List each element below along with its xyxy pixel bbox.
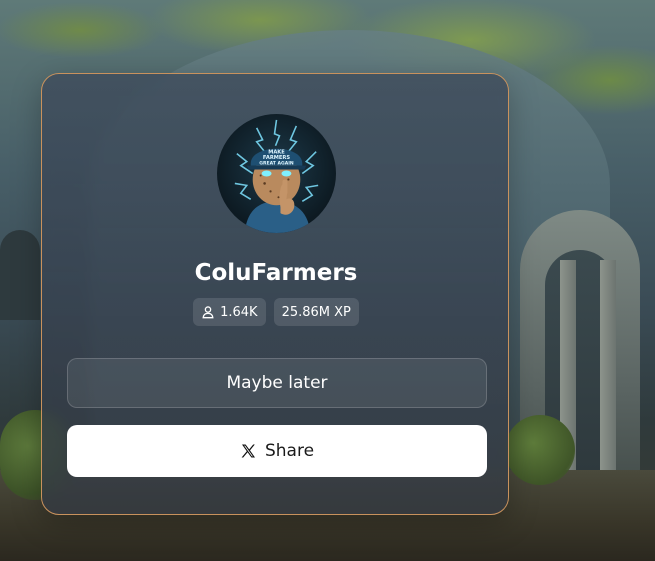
maybe-later-label: Maybe later xyxy=(226,373,328,393)
share-label: Share xyxy=(264,441,315,461)
avatar: MAKE FARMERS GREAT AGAIN xyxy=(217,114,336,233)
username: ColuFarmers xyxy=(194,260,358,286)
background-bush xyxy=(505,415,575,485)
user-icon xyxy=(201,305,215,319)
share-profile-modal: MAKE FARMERS GREAT AGAIN ColuFarmers 1.6… xyxy=(41,73,509,515)
xp-value: 25.86M XP xyxy=(281,304,351,320)
background-scene: MAKE FARMERS GREAT AGAIN ColuFarmers 1.6… xyxy=(0,0,655,561)
x-logo-icon xyxy=(240,443,256,459)
followers-count: 1.64K xyxy=(220,304,258,320)
svg-text:FARMERS: FARMERS xyxy=(263,155,290,161)
svg-text:GREAT AGAIN: GREAT AGAIN xyxy=(259,161,294,167)
profile-stats: 1.64K 25.86M XP xyxy=(42,298,510,326)
avatar-image: MAKE FARMERS GREAT AGAIN xyxy=(234,119,319,233)
maybe-later-button[interactable]: Maybe later xyxy=(67,358,487,408)
share-button[interactable]: Share xyxy=(67,425,487,477)
xp-badge: 25.86M XP xyxy=(273,298,359,326)
followers-badge: 1.64K xyxy=(193,298,266,326)
background-window xyxy=(0,230,40,320)
